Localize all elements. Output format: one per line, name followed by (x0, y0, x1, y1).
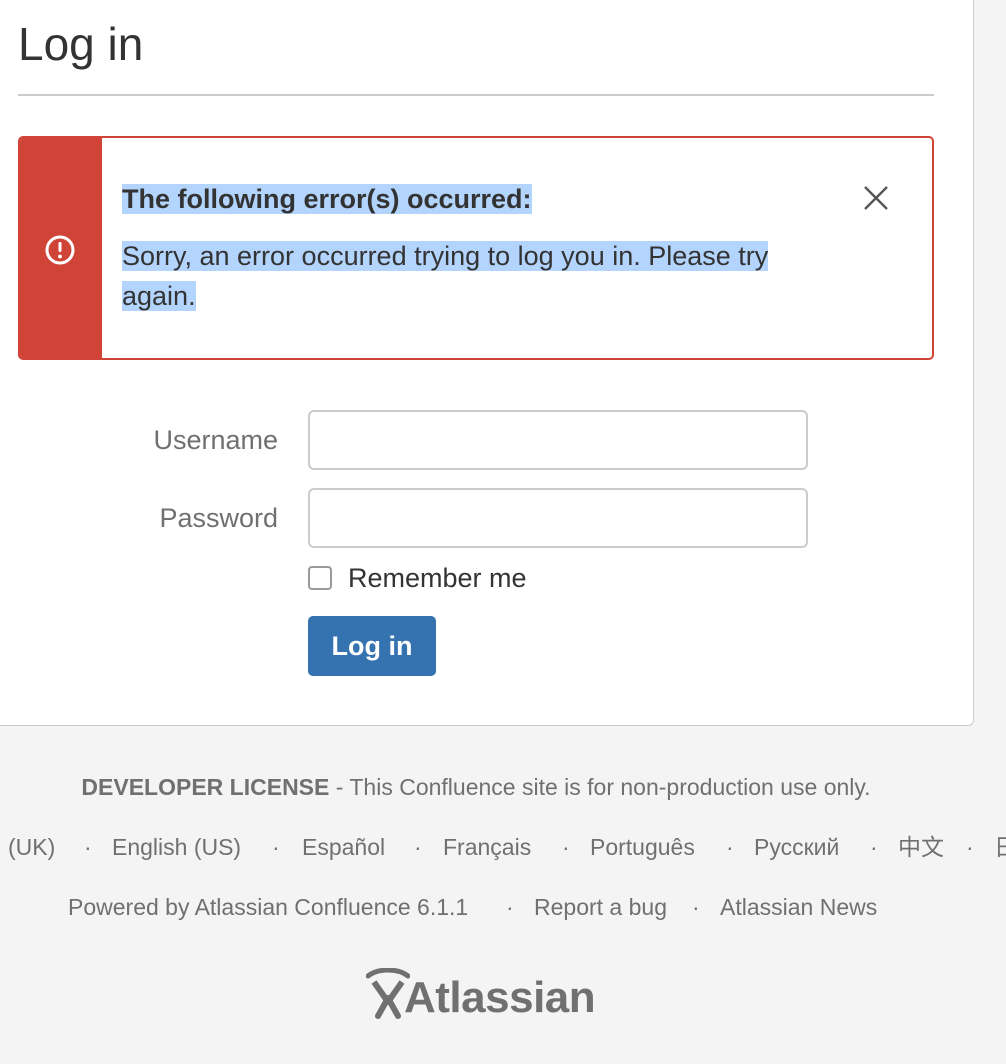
page-title: Log in (18, 18, 144, 70)
language-link-chinese[interactable]: 中文 (898, 831, 944, 863)
error-text: Sorry, an error occurred trying to log y… (122, 236, 812, 316)
language-link-japanese[interactable]: 日 (994, 831, 1006, 863)
language-link-espanol[interactable]: Español (302, 831, 385, 863)
license-label: DEVELOPER LICENSE (81, 774, 330, 800)
password-input[interactable] (308, 488, 808, 548)
language-link-russian[interactable]: Русский (754, 831, 839, 863)
password-label: Password (159, 503, 278, 533)
separator: · (726, 834, 734, 860)
atlassian-wordmark: Atlassian (404, 973, 596, 1022)
remember-me-label[interactable]: Remember me (348, 561, 527, 595)
license-text: - This Confluence site is for non-produc… (329, 774, 871, 800)
report-bug-link[interactable]: Report a bug (534, 891, 667, 923)
powered-by-link[interactable]: Powered by Atlassian Confluence 6.1.1 (68, 891, 468, 923)
atlassian-news-link[interactable]: Atlassian News (720, 891, 877, 923)
title-divider (18, 94, 934, 96)
username-input[interactable] (308, 410, 808, 470)
login-panel (0, 0, 974, 726)
separator: · (272, 834, 280, 860)
error-stripe (20, 138, 102, 358)
separator: · (692, 894, 700, 920)
username-label: Username (153, 425, 278, 455)
atlassian-logo[interactable]: Atlassian (366, 968, 596, 1024)
close-icon[interactable] (858, 180, 894, 216)
error-heading-text: The following error(s) occurred: (122, 184, 532, 214)
error-icon (45, 235, 75, 265)
separator: · (84, 834, 92, 860)
separator: · (506, 894, 514, 920)
error-message-text: Sorry, an error occurred trying to log y… (122, 241, 769, 311)
remember-me-checkbox[interactable] (308, 566, 332, 590)
language-link-portugues[interactable]: Português (590, 831, 695, 863)
separator: · (966, 834, 974, 860)
error-heading: The following error(s) occurred: (122, 181, 532, 217)
license-notice: DEVELOPER LICENSE - This Confluence site… (0, 771, 952, 803)
language-link-english-uk[interactable]: (UK) (8, 831, 55, 863)
separator: · (562, 834, 570, 860)
language-link-english-us[interactable]: English (US) (112, 831, 241, 863)
separator: · (414, 834, 422, 860)
separator: · (870, 834, 878, 860)
login-button[interactable]: Log in (308, 616, 436, 676)
language-link-francais[interactable]: Français (443, 831, 531, 863)
